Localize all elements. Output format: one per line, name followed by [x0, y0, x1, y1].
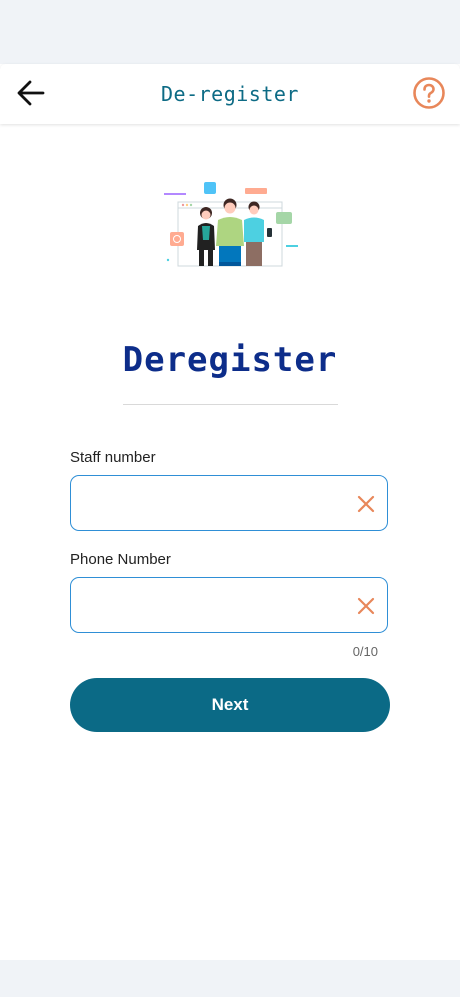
phone-number-label: Phone Number	[70, 551, 171, 568]
staff-number-input[interactable]	[83, 476, 339, 532]
close-icon	[357, 495, 375, 513]
app-bar-title: De-register	[161, 82, 299, 106]
staff-number-label: Staff number	[70, 449, 156, 466]
help-circle-icon	[413, 77, 445, 109]
heading-divider	[123, 404, 338, 405]
team-people-illustration	[160, 178, 302, 270]
navigation-bar-area	[0, 960, 460, 997]
app-bar: De-register	[0, 64, 460, 124]
close-icon	[357, 597, 375, 615]
phone-number-input[interactable]	[83, 578, 339, 634]
phone-number-field[interactable]	[70, 577, 388, 634]
staff-number-clear-button[interactable]	[355, 493, 377, 515]
staff-number-field[interactable]	[70, 475, 388, 532]
page-heading: Deregister	[122, 340, 338, 380]
next-button[interactable]: Next	[70, 678, 390, 732]
help-button[interactable]	[412, 76, 446, 110]
status-bar-area	[0, 0, 460, 64]
phone-number-clear-button[interactable]	[355, 595, 377, 617]
phone-number-counter: 0/10	[352, 644, 378, 659]
